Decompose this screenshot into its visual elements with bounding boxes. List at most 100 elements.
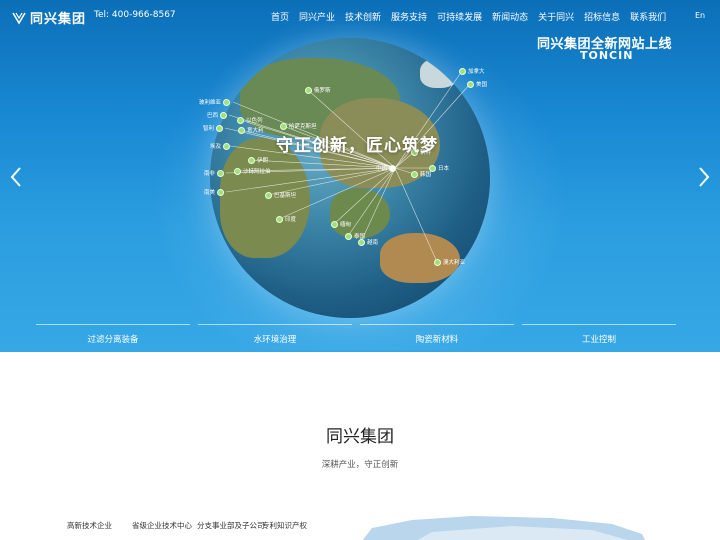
pin-label: 玻利维亚 [199, 100, 222, 106]
pin-label: 加拿大 [468, 69, 485, 75]
main-nav: 首页 同兴产业 技术创新 服务支持 可持续发展 新闻动态 关于同兴 招标信息 联… [266, 10, 671, 23]
pin-saudi-arabia[interactable]: 沙特阿拉伯 [234, 167, 271, 175]
pin-canada[interactable]: 加拿大 [459, 67, 485, 75]
pin-label: 韩国 [420, 172, 432, 178]
logo-icon [12, 12, 26, 25]
stat-label: 分支事业部及子公司 [197, 521, 265, 530]
stats-row: 高新技术企业 省级企业技术中心 分支事业部及子公司 专利知识产权 [67, 520, 327, 531]
pin-chile[interactable]: 智利 [203, 124, 224, 132]
pin-dot [220, 111, 228, 119]
logo-text: 同兴集团 [30, 12, 87, 27]
pin-dot [389, 164, 397, 172]
pin-bolivia[interactable]: 玻利维亚 [199, 98, 231, 106]
tab-ceramics[interactable]: 陶瓷新材料 [360, 324, 514, 352]
pin-egypt[interactable]: 埃及 [210, 142, 231, 150]
tab-label: 水环境治理 [253, 335, 297, 345]
next-slide-arrow-icon[interactable] [696, 165, 712, 189]
pin-label: 伊朗 [257, 158, 269, 164]
pin-dot [280, 122, 287, 130]
pin-israel[interactable]: 以色列 [237, 116, 263, 124]
company-photo [362, 516, 645, 540]
pin-south-africa[interactable]: 南非 [204, 169, 225, 177]
pin-japan[interactable]: 日本 [429, 164, 449, 172]
stat-label: 高新技术企业 [67, 521, 112, 530]
pin-label: 日本 [438, 166, 450, 172]
section-title: 同兴集团 [326, 427, 394, 447]
tab-label: 工业控制 [581, 335, 616, 345]
pin-label: 意大利 [247, 128, 264, 134]
pin-dot [305, 86, 312, 94]
pin-label: 南美 [204, 190, 216, 196]
pin-dot [459, 67, 466, 75]
logo[interactable]: 同兴集团 [12, 8, 86, 27]
pin-dot [467, 80, 474, 88]
pin-myanmar[interactable]: 缅甸 [331, 220, 351, 228]
nav-contact[interactable]: 联系我们 [625, 10, 671, 23]
pin-dot [234, 167, 241, 175]
prev-slide-arrow-icon[interactable] [8, 165, 24, 189]
tab-water[interactable]: 水环境治理 [198, 324, 352, 352]
pin-dot [217, 169, 225, 177]
nav-industry[interactable]: 同兴产业 [294, 10, 340, 23]
pin-label: 美国 [476, 82, 488, 88]
pin-korea[interactable]: 韩国 [411, 170, 431, 178]
phone-number: Tel: 400-966-8567 [94, 10, 176, 20]
pin-dot [276, 215, 283, 223]
pin-brazil[interactable]: 巴西 [207, 111, 228, 119]
pin-vietnam[interactable]: 越南 [358, 238, 378, 246]
pin-dot [248, 156, 255, 164]
nav-innovation[interactable]: 技术创新 [340, 10, 386, 23]
nav-about[interactable]: 关于同兴 [533, 10, 579, 23]
pin-label: 以色列 [246, 118, 263, 124]
pin-label: 巴基斯坦 [274, 193, 297, 199]
pin-dot [265, 191, 272, 199]
pin-label: 缅甸 [340, 222, 352, 228]
pin-label: 智利 [203, 126, 215, 132]
pin-dot [217, 188, 225, 196]
pin-dot [237, 116, 244, 124]
nav-service[interactable]: 服务支持 [386, 10, 432, 23]
hero-banner: 加拿大 美国 俄罗斯 玻利维亚 巴西 以色列 智利 意大利 哈萨克斯坦 埃及 伊… [0, 0, 720, 352]
nav-tender[interactable]: 招标信息 [579, 10, 625, 23]
banner-headline: 守正创新，匠心筑梦 [276, 136, 438, 156]
pin-italy[interactable]: 意大利 [238, 126, 264, 134]
language-switch[interactable]: En [695, 11, 705, 20]
pin-pakistan[interactable]: 巴基斯坦 [265, 191, 296, 199]
nav-home[interactable]: 首页 [266, 10, 294, 23]
pin-russia[interactable]: 俄罗斯 [305, 86, 331, 94]
nav-sustainability[interactable]: 可持续发展 [432, 10, 487, 23]
tab-filtration[interactable]: 过滤分离装备 [36, 324, 190, 352]
pin-china[interactable]: 中国 [376, 164, 397, 172]
pin-label: 沙特阿拉伯 [243, 169, 271, 175]
pin-dot [345, 232, 352, 240]
pin-india[interactable]: 印度 [276, 215, 296, 223]
header: 同兴集团 Tel: 400-966-8567 首页 同兴产业 技术创新 服务支持… [0, 0, 720, 32]
pin-label: 越南 [367, 240, 379, 246]
pin-dot [358, 238, 365, 246]
pin-label: 中国 [376, 166, 388, 172]
pin-label: 俄罗斯 [314, 88, 331, 94]
pin-australia[interactable]: 澳大利亚 [434, 258, 465, 266]
pin-label: 南非 [204, 171, 216, 177]
pin-usa[interactable]: 美国 [467, 80, 487, 88]
pin-dot [238, 126, 245, 134]
slogan-en: TONCIN [580, 49, 634, 62]
pin-dot [223, 142, 231, 150]
tab-label: 陶瓷新材料 [415, 335, 459, 345]
tab-industrial-control[interactable]: 工业控制 [522, 324, 676, 352]
nav-news[interactable]: 新闻动态 [487, 10, 533, 23]
pin-kazakhstan[interactable]: 哈萨克斯坦 [280, 122, 317, 130]
pin-label: 哈萨克斯坦 [289, 124, 317, 130]
pin-dot [223, 98, 231, 106]
industry-tabs: 过滤分离装备 水环境治理 陶瓷新材料 工业控制 [0, 324, 720, 352]
pin-label: 澳大利亚 [443, 260, 466, 266]
pin-south-america[interactable]: 南美 [204, 188, 225, 196]
pin-dot [411, 170, 418, 178]
pin-iran[interactable]: 伊朗 [248, 156, 268, 164]
pin-dot [331, 220, 338, 228]
stat-label: 专利知识产权 [262, 521, 307, 530]
stat-label: 省级企业技术中心 [132, 521, 192, 530]
pin-label: 巴西 [207, 113, 219, 119]
tab-label: 过滤分离装备 [87, 335, 139, 345]
section-subtitle: 深耕产业，守正创新 [321, 460, 399, 470]
